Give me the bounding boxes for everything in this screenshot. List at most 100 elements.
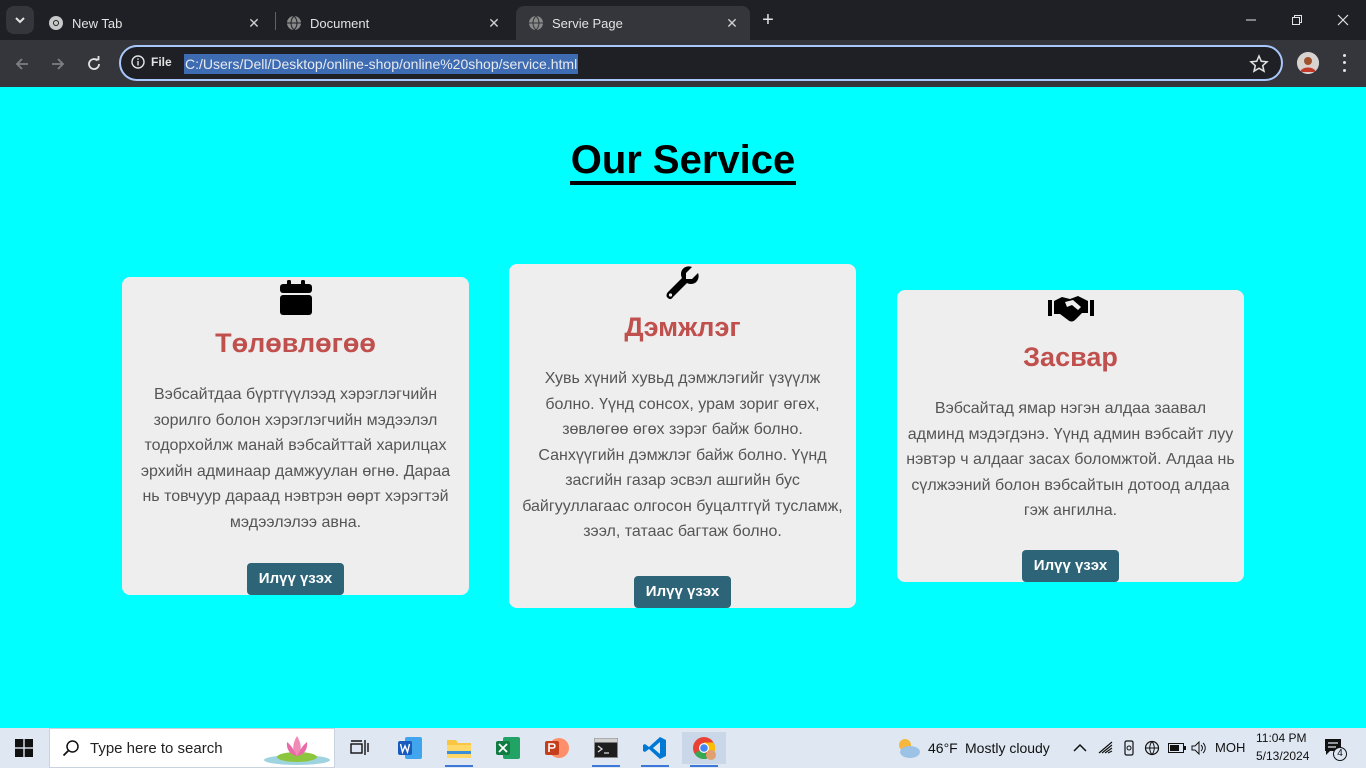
- minimize-button[interactable]: [1228, 0, 1274, 40]
- menu-dot: [1342, 68, 1346, 72]
- terminal-app[interactable]: [584, 732, 628, 767]
- wrench-icon: [666, 266, 699, 300]
- card-title: Дэмжлэг: [624, 312, 741, 342]
- more-button[interactable]: Илүү үзэх: [246, 563, 345, 595]
- globe-icon: [287, 15, 301, 31]
- tab-title: Servie Page: [552, 15, 623, 31]
- profile-avatar[interactable]: [1297, 52, 1319, 74]
- powerpoint-app[interactable]: [535, 732, 579, 764]
- taskbar: Type here to search 46°F Mostly cloudy М…: [0, 728, 1366, 768]
- handshake-icon: [1047, 296, 1094, 322]
- volume-icon[interactable]: [1191, 741, 1207, 755]
- app-indicator: [592, 765, 620, 767]
- powerpoint-icon: [545, 738, 569, 758]
- new-tab-button[interactable]: +: [758, 10, 778, 30]
- windows-icon: [15, 739, 33, 757]
- chevron-up-icon[interactable]: [1073, 743, 1087, 753]
- avatar-icon: [1297, 52, 1319, 74]
- arrow-right-icon: [52, 58, 65, 70]
- reload-button[interactable]: [81, 51, 107, 77]
- weather-condition[interactable]: Mostly cloudy: [965, 740, 1050, 756]
- chrome-app[interactable]: [682, 732, 726, 767]
- close-window-button[interactable]: [1320, 0, 1366, 40]
- page-title: Our Service: [569, 139, 797, 185]
- wifi-icon[interactable]: [1098, 741, 1114, 755]
- card-text: Вэбсайтад ямар нэгэн алдаа заавал админд…: [906, 400, 1235, 519]
- service-card-support: Дэмжлэг Хувь хүний хувьд дэмжлэгийг үзүү…: [509, 264, 856, 608]
- menu-dot: [1342, 61, 1346, 65]
- clock-date[interactable]: 5/13/2024: [1256, 749, 1309, 763]
- search-placeholder: Type here to search: [90, 739, 223, 757]
- lotus-icon: [264, 736, 330, 765]
- app-indicator: [690, 765, 718, 767]
- app-indicator: [445, 765, 473, 767]
- word-app[interactable]: [388, 732, 432, 764]
- address-bar[interactable]: File C:/Users/Dell/Desktop/online-shop/o…: [119, 45, 1283, 81]
- card-icon-wrap: [509, 264, 856, 304]
- taskbar-search[interactable]: Type here to search: [49, 728, 335, 768]
- start-button[interactable]: [0, 728, 48, 768]
- terminal-icon: [594, 738, 618, 758]
- page-heading: Our Service: [0, 139, 1366, 185]
- globe-icon: [529, 15, 543, 31]
- tab-servie-page[interactable]: Servie Page ✕: [516, 6, 750, 40]
- battery-icon[interactable]: [1168, 742, 1186, 754]
- tab-title: New Tab: [72, 15, 123, 31]
- search-icon: [62, 740, 79, 757]
- menu-dot: [1342, 54, 1346, 58]
- task-view-icon: [350, 740, 369, 755]
- chrome-icon: [49, 16, 63, 30]
- app-indicator: [641, 765, 669, 767]
- clock-time[interactable]: 11:04 PM: [1256, 731, 1306, 745]
- word-icon: [398, 737, 422, 759]
- back-button[interactable]: [9, 51, 35, 77]
- folder-icon: [447, 740, 471, 758]
- card-title: Засвар: [1023, 342, 1118, 372]
- chrome-icon: [693, 737, 716, 760]
- scheme-label: File: [151, 55, 172, 69]
- excel-app[interactable]: [486, 732, 530, 764]
- excel-icon: [496, 737, 520, 759]
- minimize-icon: [1246, 19, 1256, 21]
- tab-document[interactable]: Document ✕: [274, 6, 512, 40]
- more-button[interactable]: Илүү үзэх: [1021, 550, 1120, 582]
- close-icon: [1337, 14, 1349, 26]
- arrow-left-icon: [15, 58, 28, 70]
- phone-link-icon[interactable]: [1122, 740, 1136, 756]
- tab-search-button[interactable]: [6, 6, 34, 34]
- browser-menu-button[interactable]: [1336, 52, 1352, 74]
- tab-new-tab[interactable]: New Tab ✕: [36, 6, 272, 40]
- card-text: Хувь хүний хувьд дэмжлэгийг үзүүлж болно…: [522, 370, 843, 540]
- vscode-app[interactable]: [633, 732, 677, 767]
- reload-icon: [88, 56, 100, 70]
- close-tab-icon[interactable]: ✕: [244, 13, 264, 33]
- site-info-button[interactable]: File: [131, 55, 172, 69]
- task-view-button[interactable]: [338, 732, 382, 764]
- bookmark-star-icon[interactable]: [1249, 54, 1269, 74]
- card-text: Вэбсайтдаа бүртгүүлээд хэрэглэгчийн зори…: [140, 386, 451, 531]
- card-icon-wrap: [122, 280, 469, 320]
- network-globe-icon[interactable]: [1144, 740, 1160, 756]
- close-tab-icon[interactable]: ✕: [484, 13, 504, 33]
- web-page: Our Service Төлөвлөгөө Вэбсайтдаа бүртгү…: [0, 87, 1366, 728]
- tab-title: Document: [310, 15, 370, 31]
- browser-tab-bar: New Tab ✕ Document ✕ Servie Page ✕ +: [0, 0, 1366, 40]
- calendar-icon: [279, 280, 312, 315]
- weather-cloud-icon: [899, 739, 920, 758]
- card-title: Төлөвлөгөө: [215, 328, 376, 358]
- restore-button[interactable]: [1274, 0, 1320, 40]
- file-explorer-app[interactable]: [437, 732, 481, 767]
- language-indicator[interactable]: МОН: [1215, 740, 1245, 755]
- more-button[interactable]: Илүү үзэх: [633, 576, 732, 608]
- info-icon: [131, 55, 145, 69]
- forward-button[interactable]: [45, 51, 71, 77]
- weather-temp[interactable]: 46°F: [928, 740, 958, 756]
- close-tab-icon[interactable]: ✕: [722, 13, 742, 33]
- restore-icon: [1292, 15, 1302, 25]
- url-text[interactable]: C:/Users/Dell/Desktop/online-shop/online…: [184, 54, 579, 74]
- browser-toolbar: File C:/Users/Dell/Desktop/online-shop/o…: [0, 40, 1366, 87]
- service-card-repair: Засвар Вэбсайтад ямар нэгэн алдаа заавал…: [897, 290, 1244, 582]
- card-icon-wrap: [897, 294, 1244, 334]
- chevron-down-icon: [15, 17, 25, 24]
- vscode-icon: [643, 737, 666, 759]
